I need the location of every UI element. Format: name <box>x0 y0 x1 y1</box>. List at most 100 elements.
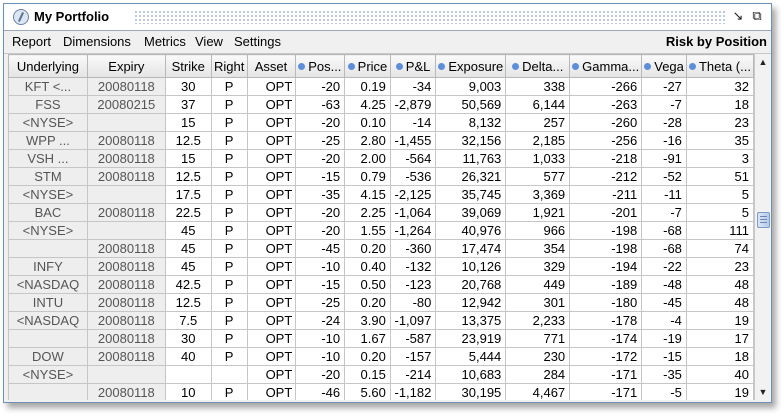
menu-metrics[interactable]: Metrics <box>144 34 186 49</box>
cell-exposure[interactable]: 10,126 <box>435 257 507 276</box>
cell-delta[interactable]: 2,185 <box>505 131 571 150</box>
title-bar[interactable]: My Portfolio ↘ ⧉ <box>4 4 771 31</box>
cell-underlying[interactable]: KFT <... <box>8 77 88 96</box>
cell-price[interactable]: 2.00 <box>344 149 391 168</box>
cell-vega[interactable]: -28 <box>641 113 687 132</box>
cell-exposure[interactable]: 17,474 <box>435 239 507 258</box>
cell-theta[interactable]: 23 <box>685 257 754 276</box>
cell-underlying[interactable]: INFY <box>8 257 88 276</box>
cell-expiry[interactable]: 20080118 <box>86 311 166 330</box>
table-row[interactable]: FSS 20080215 37 P OPT -63 4.25 -2,879 50,569 6,14… <box>8 95 754 114</box>
cell-theta[interactable]: 19 <box>685 311 754 330</box>
cell-expiry[interactable] <box>86 365 166 384</box>
cell-pnl[interactable]: -123 <box>389 275 437 294</box>
cell-theta[interactable]: 48 <box>685 275 754 294</box>
table-row[interactable]: STM 20080118 12.5 P OPT -15 0.79 -536 26,321 577-… <box>8 167 754 186</box>
cell-theta[interactable]: 5 <box>685 185 754 204</box>
cell-underlying[interactable] <box>8 329 88 348</box>
cell-gamma[interactable]: -263 <box>569 95 643 114</box>
cell-delta[interactable]: 577 <box>505 167 571 186</box>
cell-underlying[interactable]: <NASDAQ <box>8 311 88 330</box>
cell-exposure[interactable]: 20,768 <box>435 275 507 294</box>
cell-exposure[interactable]: 23,919 <box>435 329 507 348</box>
table-row[interactable]: <NYSE> 17.5 P OPT -35 4.15 -2,125 35,745 3,369 -2… <box>8 185 754 204</box>
cell-asset[interactable]: OPT <box>246 167 296 186</box>
cell-vega[interactable]: -4 <box>641 311 687 330</box>
cell-gamma[interactable]: -180 <box>569 293 643 312</box>
cell-underlying[interactable]: <NYSE> <box>8 185 88 204</box>
cell-exposure[interactable]: 8,132 <box>435 113 507 132</box>
cell-gamma[interactable]: -171 <box>569 383 643 400</box>
cell-right[interactable]: P <box>210 311 248 330</box>
col-strike[interactable]: Strike <box>164 54 212 78</box>
table-row[interactable]: VSH ... 20080118 15 P OPT -20 2.00 -564 11,763 1,… <box>8 149 754 168</box>
cell-price[interactable]: 0.20 <box>344 347 391 366</box>
table-row[interactable]: <NASDAQ 20080118 7.5 P OPT -24 3.90 -1,097 13,37… <box>8 311 754 330</box>
cell-strike[interactable]: 37 <box>164 95 212 114</box>
cell-underlying[interactable]: DOW <box>8 347 88 366</box>
table-row[interactable]: <NYSE> OPT -20 0.15 -214 10,683 284 -171 -35 40 <box>8 365 754 384</box>
scroll-down-icon[interactable]: ▼ <box>755 384 771 400</box>
cell-pnl[interactable]: -34 <box>389 77 437 96</box>
cell-price[interactable]: 0.19 <box>344 77 391 96</box>
cell-right[interactable]: P <box>210 113 248 132</box>
cell-underlying[interactable]: <NYSE> <box>8 221 88 240</box>
cell-right[interactable]: P <box>210 329 248 348</box>
cell-vega[interactable]: -5 <box>641 383 687 400</box>
cell-expiry[interactable]: 20080118 <box>86 203 166 222</box>
cell-gamma[interactable]: -266 <box>569 77 643 96</box>
cell-position[interactable]: -10 <box>294 257 346 276</box>
cell-pnl[interactable]: -80 <box>389 293 437 312</box>
cell-strike[interactable]: 15 <box>164 149 212 168</box>
cell-right[interactable]: P <box>210 131 248 150</box>
col-expiry[interactable]: Expiry <box>86 54 166 78</box>
cell-exposure[interactable]: 5,444 <box>435 347 507 366</box>
cell-position[interactable]: -63 <box>294 95 346 114</box>
menu-view[interactable]: View <box>195 34 223 49</box>
cell-right[interactable]: P <box>210 221 248 240</box>
cell-asset[interactable]: OPT <box>246 347 296 366</box>
cell-expiry[interactable]: 20080118 <box>86 275 166 294</box>
cell-asset[interactable]: OPT <box>246 95 296 114</box>
col-exposure[interactable]: Exposure <box>435 54 507 78</box>
cell-expiry[interactable]: 20080118 <box>86 239 166 258</box>
cell-asset[interactable]: OPT <box>246 383 296 400</box>
cell-theta[interactable]: 19 <box>685 383 754 400</box>
scroll-up-icon[interactable]: ▲ <box>755 54 771 70</box>
cell-exposure[interactable]: 11,763 <box>435 149 507 168</box>
cell-vega[interactable]: -35 <box>641 365 687 384</box>
col-price[interactable]: Price <box>344 54 391 78</box>
cell-vega[interactable]: -7 <box>641 203 687 222</box>
cell-strike[interactable]: 7.5 <box>164 311 212 330</box>
cell-right[interactable]: P <box>210 347 248 366</box>
cell-delta[interactable]: 2,233 <box>505 311 571 330</box>
cell-price[interactable]: 0.40 <box>344 257 391 276</box>
cell-gamma[interactable]: -260 <box>569 113 643 132</box>
cell-expiry[interactable]: 20080118 <box>86 383 166 400</box>
table-row[interactable]: BAC 20080118 22.5 P OPT -20 2.25 -1,064 39,069 1,… <box>8 203 754 222</box>
cell-pnl[interactable]: -360 <box>389 239 437 258</box>
cell-exposure[interactable]: 10,683 <box>435 365 507 384</box>
cell-price[interactable]: 3.90 <box>344 311 391 330</box>
cell-gamma[interactable]: -171 <box>569 365 643 384</box>
cell-gamma[interactable]: -198 <box>569 221 643 240</box>
menu-settings[interactable]: Settings <box>234 34 281 49</box>
cell-underlying[interactable] <box>8 239 88 258</box>
cell-pnl[interactable]: -564 <box>389 149 437 168</box>
cell-right[interactable]: P <box>210 383 248 400</box>
cell-strike[interactable]: 10 <box>164 383 212 400</box>
cell-asset[interactable]: OPT <box>246 293 296 312</box>
cell-exposure[interactable]: 30,195 <box>435 383 507 400</box>
cell-price[interactable]: 1.67 <box>344 329 391 348</box>
cell-price[interactable]: 4.25 <box>344 95 391 114</box>
cell-vega[interactable]: -11 <box>641 185 687 204</box>
table-row[interactable]: 20080118 45 P OPT -45 0.20 -360 17,474 354 -198 -6… <box>8 239 754 258</box>
cell-delta[interactable]: 6,144 <box>505 95 571 114</box>
cell-pnl[interactable]: -587 <box>389 329 437 348</box>
cell-price[interactable]: 1.55 <box>344 221 391 240</box>
cell-strike[interactable]: 45 <box>164 257 212 276</box>
cell-strike[interactable]: 12.5 <box>164 293 212 312</box>
cell-theta[interactable]: 17 <box>685 329 754 348</box>
cell-vega[interactable]: -52 <box>641 167 687 186</box>
cell-strike[interactable]: 22.5 <box>164 203 212 222</box>
